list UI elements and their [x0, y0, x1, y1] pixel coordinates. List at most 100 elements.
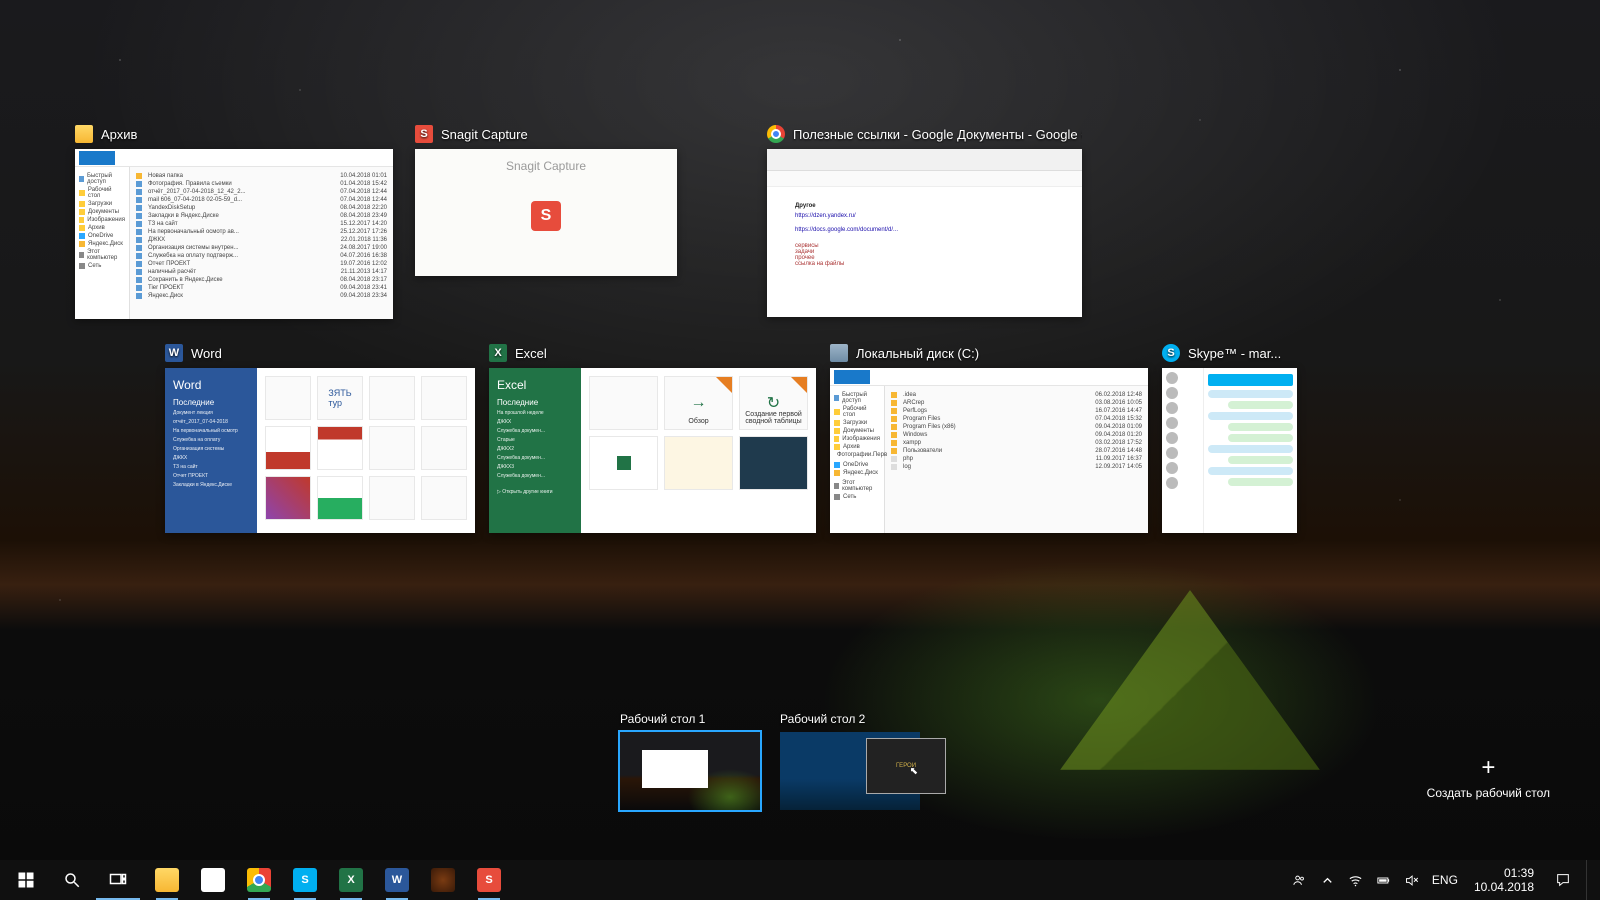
- window-title-bar: S Skype™ - mar...: [1162, 344, 1297, 362]
- snagit-thumb-text: Snagit Capture: [506, 159, 586, 173]
- word-icon: W: [165, 344, 183, 362]
- explorer-file-list: .idea06.02.2018 12:48 ARCrep03.08.2016 1…: [885, 386, 1148, 533]
- window-title-bar: Локальный диск (C:): [830, 344, 1148, 362]
- search-button[interactable]: [50, 860, 94, 900]
- explorer-ribbon: [75, 149, 393, 167]
- taskbar-system-buttons: [4, 860, 140, 900]
- taskbar-clock[interactable]: 01:39 10.04.2018: [1474, 866, 1534, 895]
- battery-icon[interactable]: [1376, 872, 1392, 888]
- taskbar-app-word[interactable]: W: [374, 860, 420, 900]
- window-row-2: W Word Word Последние Документ лекцияотч…: [165, 344, 1525, 533]
- people-icon[interactable]: [1292, 872, 1308, 888]
- window-title: Локальный диск (C:): [856, 346, 979, 361]
- drive-icon: [830, 344, 848, 362]
- virtual-desktop-label: Рабочий стол 2: [780, 712, 920, 726]
- excel-templates: →Обзор ↻Создание первой сводной таблицы: [581, 368, 816, 533]
- explorer-file-list: Новая папка10.04.2018 01:01 Фотография. …: [130, 167, 393, 319]
- window-skype[interactable]: S Skype™ - mar...: [1162, 344, 1297, 533]
- window-excel[interactable]: X Excel Excel Последние На прошлой недел…: [489, 344, 816, 533]
- chrome-icon: [247, 868, 271, 892]
- taskbar-app-excel[interactable]: X: [328, 860, 374, 900]
- virtual-desktop-strip: Рабочий стол 1 Рабочий стол 2 ГЕРОИ ⬉: [620, 712, 920, 810]
- window-snagit[interactable]: S Snagit Capture Snagit Capture S: [415, 125, 677, 319]
- search-icon: [63, 871, 81, 889]
- volume-icon[interactable]: [1404, 872, 1420, 888]
- show-desktop-button[interactable]: [1586, 860, 1592, 900]
- new-desktop-label: Создать рабочий стол: [1427, 786, 1550, 800]
- word-templates: ЗЯТЬтур: [257, 368, 475, 533]
- taskbar-app-store[interactable]: ⊞: [190, 860, 236, 900]
- window-archive[interactable]: Архив Быстрый доступ Рабочий стол Загруз…: [75, 125, 393, 319]
- tray-chevron-icon[interactable]: [1320, 872, 1336, 888]
- doc-heading: Другое: [795, 203, 1054, 209]
- taskbar-apps: ⊞ S X W S: [144, 860, 512, 900]
- window-title-bar: X Excel: [489, 344, 816, 362]
- clock-date: 10.04.2018: [1474, 880, 1534, 894]
- window-word[interactable]: W Word Word Последние Документ лекцияотч…: [165, 344, 475, 533]
- window-title-bar: Архив: [75, 125, 393, 143]
- taskbar-app-snagit[interactable]: S: [466, 860, 512, 900]
- virtual-desktop-preview[interactable]: [620, 732, 760, 810]
- snagit-icon: S: [477, 868, 501, 892]
- virtual-desktop-2[interactable]: Рабочий стол 2 ГЕРОИ ⬉: [780, 712, 920, 810]
- excel-start-sidebar: Excel Последние На прошлой неделе ДЖКХСл…: [489, 368, 581, 533]
- window-title: Word: [191, 346, 222, 361]
- skype-icon: S: [293, 868, 317, 892]
- explorer-ribbon: [830, 368, 1148, 386]
- window-thumbnail[interactable]: Быстрый доступ Рабочий стол Загрузки Док…: [75, 149, 393, 319]
- system-tray: ENG: [1292, 872, 1458, 888]
- window-title: Excel: [515, 346, 547, 361]
- window-title: Snagit Capture: [441, 127, 528, 142]
- taskbar-app-skype[interactable]: S: [282, 860, 328, 900]
- taskbar-app-explorer[interactable]: [144, 860, 190, 900]
- excel-icon: X: [489, 344, 507, 362]
- folder-icon: [155, 868, 179, 892]
- task-view-area: Архив Быстрый доступ Рабочий стол Загруз…: [75, 125, 1525, 558]
- window-thumbnail[interactable]: Другое https://dzen.yandex.ru/ https://d…: [767, 149, 1082, 317]
- taskbar-app-chrome[interactable]: [236, 860, 282, 900]
- chrome-icon: [767, 125, 785, 143]
- game-window-thumb: ГЕРОИ: [866, 738, 946, 794]
- cursor-icon: ⬉: [910, 766, 918, 777]
- wifi-icon[interactable]: [1348, 872, 1364, 888]
- folder-icon: [75, 125, 93, 143]
- virtual-desktop-1[interactable]: Рабочий стол 1: [620, 712, 760, 810]
- shield-icon: [431, 868, 455, 892]
- window-thumbnail[interactable]: Быстрый доступ Рабочий стол Загрузки Док…: [830, 368, 1148, 533]
- window-chrome[interactable]: Полезные ссылки - Google Документы - Goo…: [767, 125, 1082, 319]
- new-desktop-button[interactable]: + Создать рабочий стол: [1427, 756, 1550, 800]
- plus-icon: +: [1427, 756, 1550, 780]
- window-title: Skype™ - mar...: [1188, 346, 1281, 361]
- task-view-icon: [109, 870, 127, 888]
- explorer-nav-pane: Быстрый доступ Рабочий стол Загрузки Док…: [75, 167, 130, 319]
- skype-chat: [1204, 368, 1297, 533]
- taskbar: ⊞ S X W S ENG 01:39 10.04.2018: [0, 860, 1600, 900]
- window-title-bar: W Word: [165, 344, 475, 362]
- window-title: Полезные ссылки - Google Документы - Goo…: [793, 127, 1082, 142]
- window-thumbnail[interactable]: Excel Последние На прошлой неделе ДЖКХСл…: [489, 368, 816, 533]
- window-thumbnail[interactable]: [1162, 368, 1297, 533]
- window-title: Архив: [101, 127, 137, 142]
- explorer-nav-pane: Быстрый доступ Рабочий стол Загрузки Док…: [830, 386, 885, 533]
- task-view-button[interactable]: [96, 860, 140, 900]
- window-row-1: Архив Быстрый доступ Рабочий стол Загруз…: [75, 125, 1525, 319]
- virtual-desktop-preview[interactable]: ГЕРОИ ⬉: [780, 732, 920, 810]
- virtual-desktop-label: Рабочий стол 1: [620, 712, 760, 726]
- start-button[interactable]: [4, 860, 48, 900]
- windows-icon: [17, 871, 35, 889]
- window-title-bar: Полезные ссылки - Google Документы - Goo…: [767, 125, 1082, 143]
- skype-icon: S: [1162, 344, 1180, 362]
- clock-time: 01:39: [1474, 866, 1534, 880]
- window-thumbnail[interactable]: Snagit Capture S: [415, 149, 677, 276]
- window-thumbnail[interactable]: Word Последние Документ лекцияотчёт_2017…: [165, 368, 475, 533]
- tray-language[interactable]: ENG: [1432, 873, 1458, 887]
- taskbar-app-shield[interactable]: [420, 860, 466, 900]
- excel-icon: X: [339, 868, 363, 892]
- taskbar-tray-area: ENG 01:39 10.04.2018: [1292, 860, 1596, 900]
- action-center-icon[interactable]: [1546, 872, 1580, 888]
- word-start-sidebar: Word Последние Документ лекцияотчёт_2017…: [165, 368, 257, 533]
- window-title-bar: S Snagit Capture: [415, 125, 677, 143]
- window-cdrive[interactable]: Локальный диск (C:) Быстрый доступ Рабоч…: [830, 344, 1148, 533]
- snagit-icon: S: [415, 125, 433, 143]
- chrome-toolbar: [767, 171, 1082, 187]
